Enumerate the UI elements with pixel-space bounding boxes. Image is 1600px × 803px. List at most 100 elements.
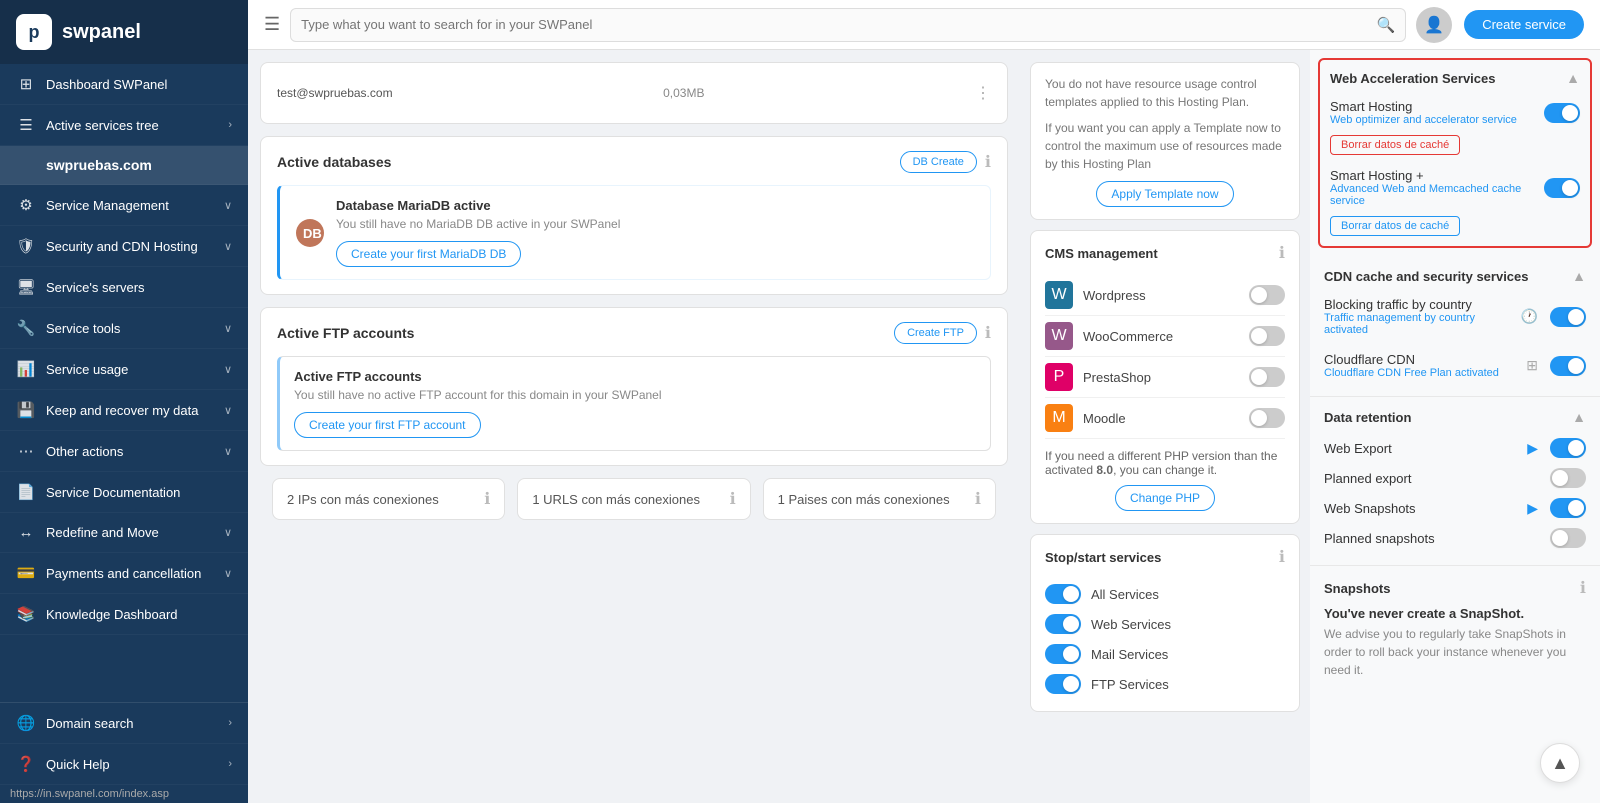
web-snapshots-play-icon[interactable]: ▶ bbox=[1527, 500, 1538, 517]
snapshots-info-icon[interactable]: ℹ bbox=[1580, 578, 1586, 598]
sidebar-toggle-icon[interactable]: ☰ bbox=[264, 14, 280, 35]
sidebar-item-quick-help[interactable]: ❓ Quick Help › bbox=[0, 744, 248, 785]
stat-urls-info-icon[interactable]: ℹ bbox=[730, 489, 736, 509]
apply-template-button[interactable]: Apply Template now bbox=[1096, 181, 1233, 207]
planned-snapshots-toggle[interactable] bbox=[1550, 528, 1586, 548]
stop-start-info-icon[interactable]: ℹ bbox=[1279, 547, 1285, 567]
data-retention-section: Data retention ▲ Web Export ▶ Planned ex… bbox=[1310, 397, 1600, 566]
sidebar-logo[interactable]: p swpanel bbox=[0, 0, 248, 64]
moodle-toggle[interactable] bbox=[1249, 408, 1285, 428]
smart-hosting-name: Smart Hosting bbox=[1330, 99, 1538, 114]
change-php-button[interactable]: Change PHP bbox=[1115, 485, 1215, 511]
web-export-row: Web Export ▶ bbox=[1324, 433, 1586, 463]
sidebar-item-active-services[interactable]: ☰ Active services tree › bbox=[0, 105, 248, 146]
knowledge-icon: 📚 bbox=[16, 605, 36, 623]
active-services-icon: ☰ bbox=[16, 116, 36, 134]
chevron-down-icon: ∨ bbox=[224, 240, 232, 253]
sidebar-item-knowledge[interactable]: 📚 Knowledge Dashboard bbox=[0, 594, 248, 635]
main-column: test@swpruebas.com 0,03MB ⋮ Active datab… bbox=[248, 50, 1020, 803]
logo-text: swpanel bbox=[62, 21, 141, 44]
planned-export-row: Planned export bbox=[1324, 463, 1586, 493]
stat-urls-title: 1 URLS con más conexiones bbox=[532, 492, 700, 507]
chevron-down-icon: ∨ bbox=[224, 526, 232, 539]
mail-services-toggle[interactable] bbox=[1045, 644, 1081, 664]
db-create-button[interactable]: DB Create bbox=[900, 151, 977, 173]
sidebar-item-service-tools[interactable]: 🔧 Service tools ∨ bbox=[0, 308, 248, 349]
databases-header: Active databases DB Create ℹ bbox=[277, 151, 991, 173]
avatar[interactable]: 👤 bbox=[1416, 7, 1452, 43]
create-service-button[interactable]: Create service bbox=[1464, 10, 1584, 39]
sidebar-item-payments[interactable]: 💳 Payments and cancellation ∨ bbox=[0, 553, 248, 594]
ftp-services-toggle[interactable] bbox=[1045, 674, 1081, 694]
create-ftp-button[interactable]: Create FTP bbox=[894, 322, 977, 344]
data-retention-title: Data retention bbox=[1324, 410, 1411, 425]
status-url: https://in.swpanel.com/index.asp bbox=[0, 785, 248, 803]
far-right-column: Web Acceleration Services ▲ Smart Hostin… bbox=[1310, 50, 1600, 803]
sidebar-item-security-cdn[interactable]: 🛡 Security and CDN Hosting ∨ bbox=[0, 226, 248, 267]
sidebar-item-service-servers[interactable]: 🖥 Service's servers bbox=[0, 267, 248, 308]
email-size: 0,03MB bbox=[663, 86, 704, 100]
data-retention-collapse-icon[interactable]: ▲ bbox=[1572, 409, 1586, 425]
blocking-traffic-name: Blocking traffic by country bbox=[1324, 297, 1515, 312]
prestashop-toggle[interactable] bbox=[1249, 367, 1285, 387]
all-services-toggle[interactable] bbox=[1045, 584, 1081, 604]
email-options-icon[interactable]: ⋮ bbox=[975, 83, 991, 103]
create-ftp-account-button[interactable]: Create your first FTP account bbox=[294, 412, 481, 438]
web-export-name: Web Export bbox=[1324, 441, 1392, 456]
smart-hosting-plus-toggle[interactable] bbox=[1544, 178, 1580, 198]
sidebar-item-other-actions[interactable]: ⋯ Other actions ∨ bbox=[0, 431, 248, 472]
sidebar-item-service-management[interactable]: ⚙ Service Management ∨ bbox=[0, 185, 248, 226]
web-snapshots-toggle[interactable] bbox=[1550, 498, 1586, 518]
cloudflare-sub: Cloudflare CDN Free Plan activated bbox=[1324, 367, 1520, 379]
web-services-toggle[interactable] bbox=[1045, 614, 1081, 634]
chevron-down-icon: ∨ bbox=[224, 199, 232, 212]
cms-info-icon[interactable]: ℹ bbox=[1279, 243, 1285, 263]
sidebar-item-domain[interactable]: swpruebas.com bbox=[0, 146, 248, 185]
sidebar-item-label: Security and CDN Hosting bbox=[46, 239, 214, 254]
mariadb-card: DB Database MariaDB active You still hav… bbox=[277, 185, 991, 280]
template-text1: You do not have resource usage control t… bbox=[1045, 75, 1285, 111]
cdn-collapse-icon[interactable]: ▲ bbox=[1572, 268, 1586, 284]
wordpress-toggle[interactable] bbox=[1249, 285, 1285, 305]
collapse-icon[interactable]: ▲ bbox=[1566, 70, 1580, 86]
planned-export-toggle[interactable] bbox=[1550, 468, 1586, 488]
databases-info-icon[interactable]: ℹ bbox=[985, 152, 991, 172]
sidebar-item-label: Quick Help bbox=[46, 757, 218, 772]
email-address: test@swpruebas.com bbox=[277, 86, 393, 100]
snap-sub: We advise you to regularly take SnapShot… bbox=[1324, 625, 1586, 679]
planned-snapshots-name: Planned snapshots bbox=[1324, 531, 1435, 546]
blocking-traffic-toggle[interactable] bbox=[1550, 307, 1586, 327]
woocommerce-toggle[interactable] bbox=[1249, 326, 1285, 346]
scroll-top-button[interactable]: ▲ bbox=[1540, 743, 1580, 783]
create-mariadb-button[interactable]: Create your first MariaDB DB bbox=[336, 241, 521, 267]
php-text: If you need a different PHP version than… bbox=[1045, 449, 1285, 477]
sidebar-item-service-doc[interactable]: 📄 Service Documentation bbox=[0, 472, 248, 513]
ftp-title: Active FTP accounts bbox=[277, 325, 414, 341]
stop-start-section: Stop/start services ℹ All Services Web S… bbox=[1030, 534, 1300, 712]
smart-hosting-row: Smart Hosting Web optimizer and accelera… bbox=[1330, 94, 1580, 131]
sidebar-item-service-usage[interactable]: 📊 Service usage ∨ bbox=[0, 349, 248, 390]
sidebar-item-domain-search[interactable]: 🌐 Domain search › bbox=[0, 703, 248, 744]
smart-hosting-toggle[interactable] bbox=[1544, 103, 1580, 123]
stat-ips-info-icon[interactable]: ℹ bbox=[484, 489, 490, 509]
cdn-section: CDN cache and security services ▲ Blocki… bbox=[1310, 256, 1600, 397]
stat-countries-info-icon[interactable]: ℹ bbox=[975, 489, 981, 509]
smart-hosting-plus-cache-button[interactable]: Borrar datos de caché bbox=[1330, 216, 1460, 236]
sidebar-item-dashboard[interactable]: ⊞ Dashboard SWPanel bbox=[0, 64, 248, 105]
sidebar-item-keep-recover[interactable]: 💾 Keep and recover my data ∨ bbox=[0, 390, 248, 431]
sidebar-item-label: Dashboard SWPanel bbox=[46, 77, 232, 92]
tools-icon: 🔧 bbox=[16, 319, 36, 337]
ftp-info-icon[interactable]: ℹ bbox=[985, 323, 991, 343]
search-input[interactable] bbox=[301, 17, 1370, 32]
smart-hosting-plus-sub: Advanced Web and Memcached cache service bbox=[1330, 183, 1538, 207]
sidebar-item-redefine-move[interactable]: ↔ Redefine and Move ∨ bbox=[0, 513, 248, 553]
search-bar[interactable]: 🔍 bbox=[290, 8, 1406, 42]
cms-wordpress-row: W Wordpress bbox=[1045, 275, 1285, 316]
smart-hosting-plus-name: Smart Hosting + bbox=[1330, 168, 1538, 183]
smart-hosting-cache-button[interactable]: Borrar datos de caché bbox=[1330, 135, 1460, 155]
web-export-toggle[interactable] bbox=[1550, 438, 1586, 458]
db-title: Database MariaDB active bbox=[336, 198, 620, 213]
web-services-row: Web Services bbox=[1045, 609, 1285, 639]
web-export-play-icon[interactable]: ▶ bbox=[1527, 440, 1538, 457]
cloudflare-toggle[interactable] bbox=[1550, 356, 1586, 376]
